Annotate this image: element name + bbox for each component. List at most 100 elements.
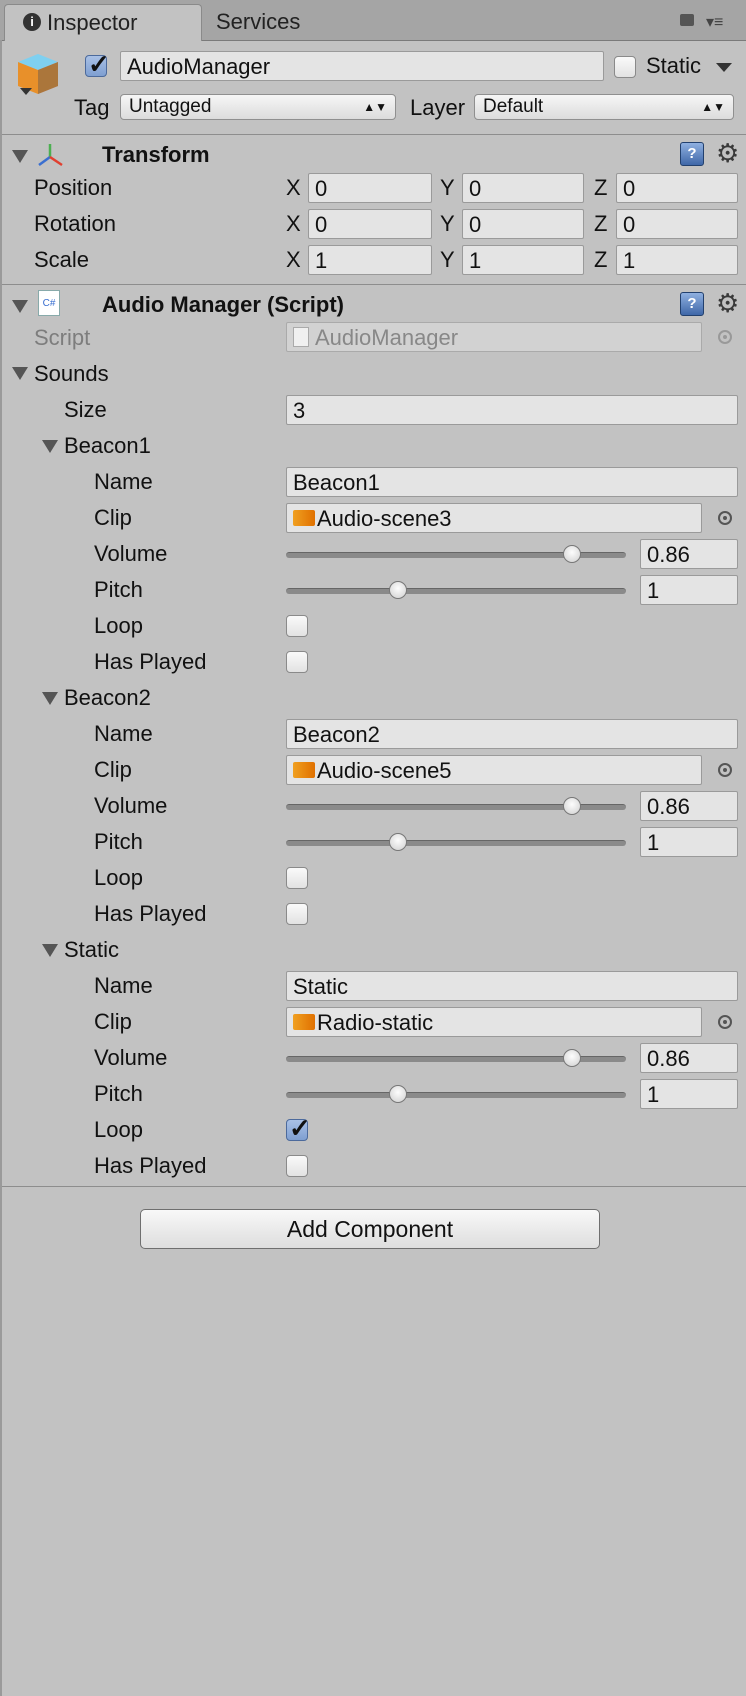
axis-z-label: Z	[594, 175, 608, 200]
audio-clip-icon	[293, 1014, 315, 1031]
loop-checkbox[interactable]	[286, 867, 308, 889]
has-played-label: Has Played	[94, 1153, 207, 1178]
rotation-x-input[interactable]: 0	[308, 209, 432, 239]
layer-dropdown[interactable]: Default ▲▼	[474, 94, 734, 120]
clip-label: Clip	[94, 505, 132, 530]
volume-input[interactable]: 0.86	[640, 791, 738, 821]
clip-field[interactable]: Radio-static	[286, 1007, 702, 1037]
audio-manager-gear-icon[interactable]: ⚙	[716, 290, 739, 316]
pitch-slider-thumb[interactable]	[389, 833, 408, 851]
dropdown-arrows-icon: ▲▼	[363, 100, 387, 114]
window-border	[0, 40, 2, 1696]
position-z-input[interactable]: 0	[616, 173, 738, 203]
axis-y-label: Y	[440, 247, 455, 272]
clip-label: Clip	[94, 757, 132, 782]
loop-checkbox[interactable]: ✓	[286, 1113, 311, 1143]
transform-help-icon[interactable]: ?	[680, 142, 704, 166]
transform-gear-icon[interactable]: ⚙	[716, 140, 739, 166]
static-label: Static	[646, 53, 702, 78]
clip-field-value: Audio-scene5	[317, 758, 452, 783]
sound-foldout-arrow[interactable]	[42, 692, 58, 705]
position-y-input[interactable]: 0	[462, 173, 584, 203]
loop-label: Loop	[94, 865, 143, 890]
tab-menu-icon[interactable]: ▾≡	[706, 15, 734, 31]
sound-header-label: Beacon2	[64, 685, 151, 710]
audio-manager-help-icon[interactable]: ?	[680, 292, 704, 316]
pitch-input[interactable]: 1	[640, 575, 738, 605]
size-input[interactable]: 3	[286, 395, 738, 425]
sounds-label: Sounds	[34, 361, 109, 386]
active-checkbox[interactable]: ✓	[85, 49, 110, 79]
axis-z-label: Z	[594, 247, 608, 272]
static-dropdown-icon[interactable]	[716, 63, 732, 72]
clip-field-value: Audio-scene3	[317, 506, 452, 531]
dropdown-arrows-icon: ▲▼	[701, 100, 725, 114]
transform-foldout-arrow[interactable]	[12, 150, 28, 163]
has-played-checkbox[interactable]	[286, 1155, 308, 1177]
tag-dropdown-value: Untagged	[129, 96, 212, 117]
scale-y-input[interactable]: 1	[462, 245, 584, 275]
lock-icon[interactable]	[680, 14, 694, 26]
scale-x-input[interactable]: 1	[308, 245, 432, 275]
tab-inspector[interactable]: i Inspector	[4, 4, 202, 41]
clip-picker-icon[interactable]	[718, 511, 732, 525]
loop-checkbox[interactable]	[286, 615, 308, 637]
has-played-label: Has Played	[94, 649, 207, 674]
pitch-input[interactable]: 1	[640, 1079, 738, 1109]
volume-slider-thumb[interactable]	[562, 545, 581, 563]
volume-label: Volume	[94, 541, 168, 566]
volume-input[interactable]: 0.86	[640, 539, 738, 569]
separator	[0, 1186, 746, 1187]
script-label: Script	[34, 325, 91, 350]
tag-label: Tag	[74, 95, 110, 120]
clip-field[interactable]: Audio-scene5	[286, 755, 702, 785]
pitch-slider-track[interactable]	[286, 840, 626, 846]
gameobject-name-input[interactable]: AudioManager	[120, 51, 604, 81]
clip-field[interactable]: Audio-scene3	[286, 503, 702, 533]
audio-manager-foldout-arrow[interactable]	[12, 300, 28, 313]
script-field: AudioManager	[286, 322, 702, 352]
audio-clip-icon	[293, 762, 315, 779]
loop-label: Loop	[94, 1117, 143, 1142]
checkmark-icon: ✓	[88, 49, 110, 79]
clip-label: Clip	[94, 1009, 132, 1034]
volume-input[interactable]: 0.86	[640, 1043, 738, 1073]
tab-inspector-label: Inspector	[47, 10, 138, 35]
tag-dropdown[interactable]: Untagged ▲▼	[120, 94, 396, 120]
sound-foldout-arrow[interactable]	[42, 440, 58, 453]
rotation-label: Rotation	[34, 211, 116, 236]
volume-slider-thumb[interactable]	[562, 797, 581, 815]
transform-icon	[36, 142, 64, 168]
scale-label: Scale	[34, 247, 90, 272]
rotation-y-input[interactable]: 0	[462, 209, 584, 239]
csharp-script-icon: C#	[38, 290, 60, 316]
sound-name-input[interactable]: Beacon2	[286, 719, 738, 749]
sound-name-input[interactable]: Beacon1	[286, 467, 738, 497]
has-played-checkbox[interactable]	[286, 651, 308, 673]
rotation-z-input[interactable]: 0	[616, 209, 738, 239]
clip-picker-icon[interactable]	[718, 1015, 732, 1029]
tab-services[interactable]: Services	[216, 4, 300, 40]
pitch-input[interactable]: 1	[640, 827, 738, 857]
has-played-checkbox[interactable]	[286, 903, 308, 925]
audio-manager-title: Audio Manager (Script)	[102, 292, 345, 317]
sounds-foldout-arrow[interactable]	[12, 367, 28, 380]
checkmark-icon: ✓	[289, 1113, 311, 1143]
add-component-button[interactable]: Add Component	[140, 1209, 600, 1249]
sound-foldout-arrow[interactable]	[42, 944, 58, 957]
pitch-slider-track[interactable]	[286, 1092, 626, 1098]
gameobject-icon-dropdown[interactable]	[20, 88, 32, 95]
scale-z-input[interactable]: 1	[616, 245, 738, 275]
static-checkbox[interactable]	[614, 56, 636, 78]
loop-label: Loop	[94, 613, 143, 638]
volume-slider-thumb[interactable]	[562, 1049, 581, 1067]
volume-label: Volume	[94, 1045, 168, 1070]
name-label: Name	[94, 469, 153, 494]
pitch-slider-track[interactable]	[286, 588, 626, 594]
position-x-input[interactable]: 0	[308, 173, 432, 203]
clip-picker-icon[interactable]	[718, 763, 732, 777]
pitch-slider-thumb[interactable]	[389, 581, 408, 599]
audio-clip-icon	[293, 510, 315, 527]
pitch-slider-thumb[interactable]	[389, 1085, 408, 1103]
sound-name-input[interactable]: Static	[286, 971, 738, 1001]
